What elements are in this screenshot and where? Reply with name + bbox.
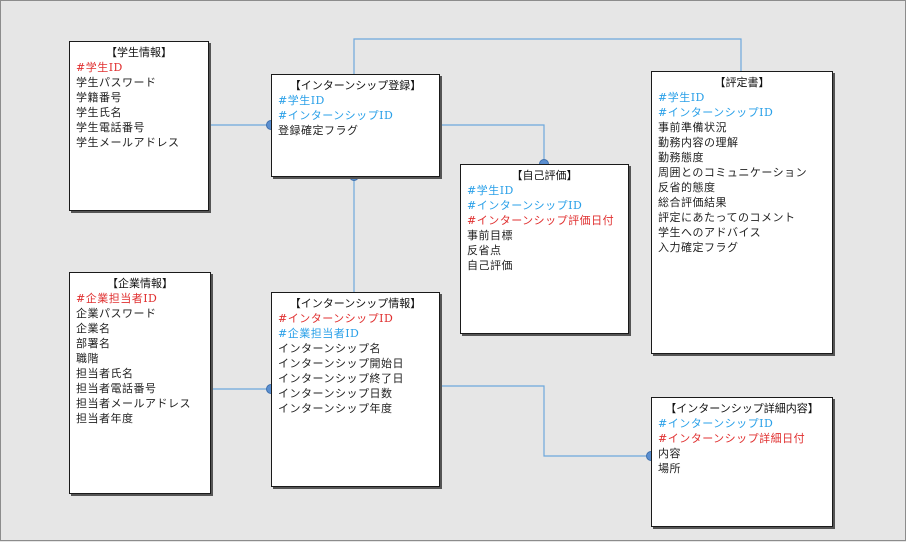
foreign-key-field: #インターンシップID [658,417,774,430]
attribute-field: 部署名 [76,337,111,350]
entity-internship-detail[interactable]: 【インターンシップ詳細内容】 #インターンシップID #インターンシップ詳細日付内… [651,397,833,527]
entity-title: 【インターンシップ詳細内容】 [665,402,819,415]
entity-registration[interactable]: 【インターンシップ登録】 #学生ID #インターンシップID 登録確定フラグ [271,74,440,177]
attribute-field: 担当者年度 [76,412,134,425]
attribute-field: 学生メールアドレス [76,136,180,149]
attribute-field: インターンシップ開始日 [278,357,404,370]
attribute-field: 担当者電話番号 [76,382,157,395]
attribute-field: 自己評価 [467,259,513,272]
entity-fields: #インターンシップID #インターンシップ詳細日付 内容場所 [658,416,826,476]
attribute-field: 入力確定フラグ [658,241,739,254]
attribute-field: 学生へのアドバイス [658,226,762,239]
primary-key-field: #企業担当者ID [76,292,158,305]
attribute-field: 登録確定フラグ [278,124,359,137]
attribute-field: 事前目標 [467,229,513,242]
attribute-field: 反省点 [467,244,502,257]
diagram-canvas: 【学生情報】 #学生ID 学生パスワード 学籍番号学生氏名学生電話番号学生メールアド… [0,0,906,541]
entity-fields: #学生ID #インターンシップID 事前準備状況 勤務内容の理解 勤務態度周囲とのコミュ… [658,90,826,255]
entity-self-evaluation[interactable]: 【自己評価】 #学生ID #インターンシップID #インターンシップ評価日付 事前目標… [460,164,629,334]
attribute-field: インターンシップ日数 [278,387,393,400]
entity-fields: #学生ID #インターンシップID #インターンシップ評価日付 事前目標反省点自己評価 [467,183,622,273]
attribute-field: 総合評価結果 [658,196,727,209]
entity-title: 【学生情報】 [106,46,172,59]
attribute-field: インターンシップ名 [278,342,381,355]
attribute-field: 学生電話番号 [76,121,145,134]
attribute-field: 場所 [658,462,681,475]
foreign-key-field: #学生ID [467,184,514,197]
entity-fields: #企業担当者ID 企業パスワード 企業名部署名職階担当者氏名担当者電話番号担当者メー… [76,291,204,426]
entity-title: 【インターンシップ登録】 [289,79,422,92]
attribute-field: 担当者氏名 [76,367,134,380]
foreign-key-field: #インターンシップID [278,109,394,122]
entity-title: 【評定書】 [714,76,770,89]
attribute-field: 内容 [658,447,681,460]
entity-company[interactable]: 【企業情報】 #企業担当者ID 企業パスワード 企業名部署名職階担当者氏名担当者電話… [69,272,211,494]
link-registration-selfeval [439,124,545,164]
attribute-field: 学生氏名 [76,106,122,119]
entity-fields: #学生ID 学生パスワード 学籍番号学生氏名学生電話番号学生メールアドレス [76,60,202,150]
entity-internship[interactable]: 【インターンシップ情報】 #インターンシップID #企業担当者ID インターンシップ… [271,292,440,487]
attribute-field: 勤務内容の理解 [658,136,739,149]
foreign-key-field: #学生ID [278,94,325,107]
entity-title: 【企業情報】 [107,277,173,290]
attribute-field: 反省的態度 [658,181,716,194]
attribute-field: 学生パスワード [76,76,157,89]
entity-title: 【自己評価】 [511,169,578,182]
entity-evaluation[interactable]: 【評定書】 #学生ID #インターンシップID 事前準備状況 勤務内容の理解 勤務態度周… [651,71,833,354]
attribute-field: 学籍番号 [76,91,122,104]
attribute-field: 勤務態度 [658,151,704,164]
attribute-field: 企業パスワード [76,307,157,320]
entity-title: 【インターンシップ情報】 [289,297,422,310]
primary-key-field: #インターンシップ詳細日付 [658,432,806,445]
link-registration-evaluation [353,38,742,74]
foreign-key-field: #インターンシップID [467,199,583,212]
link-internship-detail [439,385,651,457]
attribute-field: 評定にあたってのコメント [658,211,796,224]
attribute-field: インターンシップ終了日 [278,372,404,385]
primary-key-field: #インターンシップID [278,312,394,325]
attribute-field: 職階 [76,352,99,365]
attribute-field: 事前準備状況 [658,121,727,134]
foreign-key-field: #インターンシップID [658,106,774,119]
attribute-field: インターンシップ年度 [278,402,393,415]
foreign-key-field: #企業担当者ID [278,327,360,340]
attribute-field: 周囲とのコミュニケーション [658,166,808,179]
foreign-key-field: #学生ID [658,91,705,104]
entity-fields: #学生ID #インターンシップID 登録確定フラグ [278,93,433,138]
primary-key-field: #学生ID [76,61,123,74]
entity-fields: #インターンシップID #企業担当者ID インターンシップ名インターンシップ開始日イ… [278,311,433,416]
entity-student[interactable]: 【学生情報】 #学生ID 学生パスワード 学籍番号学生氏名学生電話番号学生メールアド… [69,41,209,211]
attribute-field: 企業名 [76,322,111,335]
primary-key-field: #インターンシップ評価日付 [467,214,615,227]
attribute-field: 担当者メールアドレス [76,397,191,410]
